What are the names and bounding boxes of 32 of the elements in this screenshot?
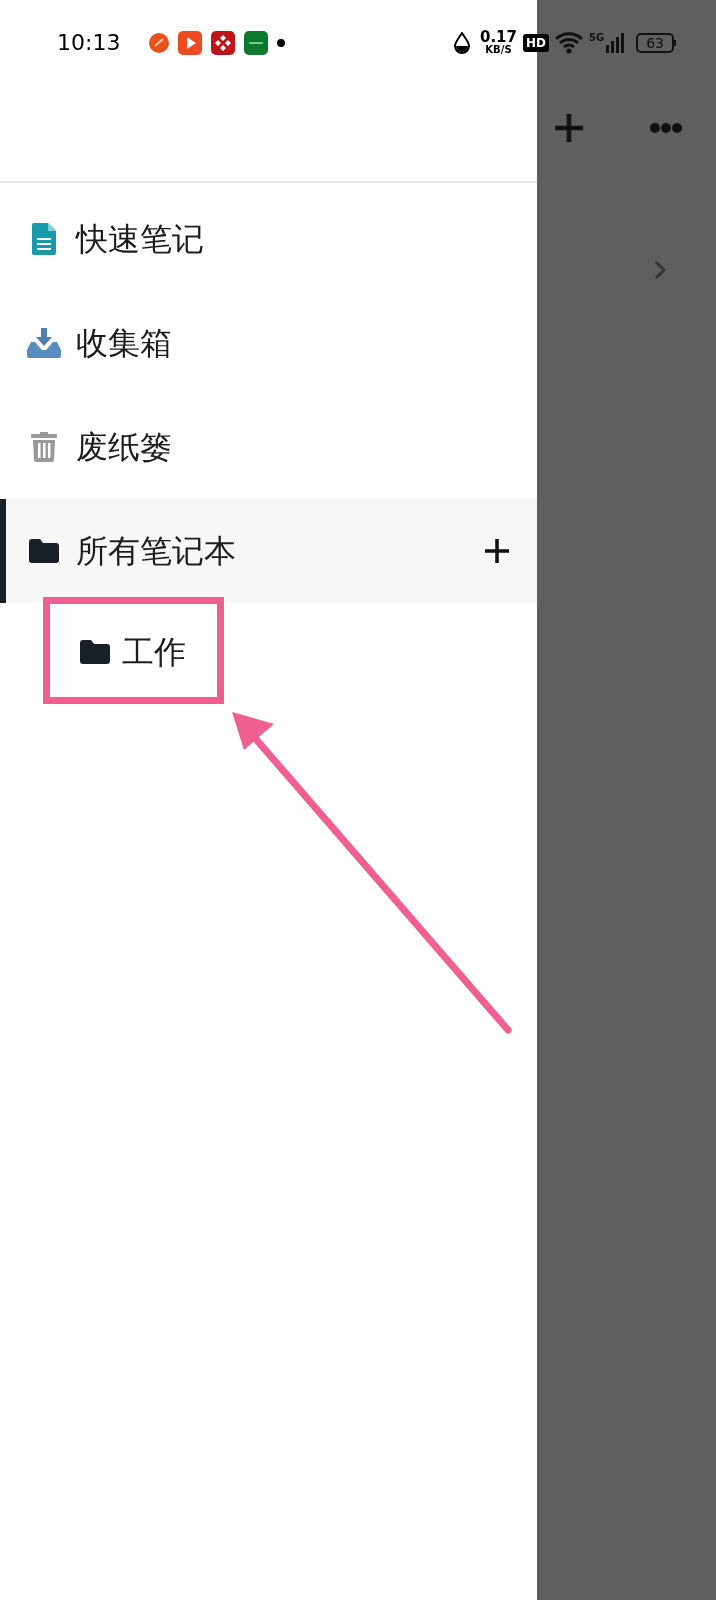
drawer-item-label: 所有笔记本: [76, 531, 236, 572]
drawer-item[interactable]: 收集箱: [0, 291, 537, 395]
drawer-item-label: 收集箱: [76, 323, 172, 364]
folder-icon: [29, 539, 59, 563]
folder-icon: [80, 640, 110, 664]
drop-icon: [453, 31, 470, 54]
app-notification-icon: [149, 32, 170, 53]
network-type: 5G: [589, 32, 605, 43]
speed-unit: KB/S: [485, 45, 512, 55]
battery-level: 63: [636, 32, 674, 53]
play-app-icon: [178, 30, 203, 55]
trash-icon: [31, 432, 57, 462]
checkered-app-icon: [211, 30, 236, 55]
drawer-item-label: 废纸篓: [76, 427, 172, 468]
drawer-item[interactable]: 快速笔记: [0, 187, 537, 291]
notebook-item[interactable]: 工作: [0, 603, 537, 701]
wifi-icon: [555, 31, 583, 54]
hd-badge: HD: [523, 33, 549, 52]
document-icon: [32, 223, 56, 255]
app-icon: [244, 30, 269, 55]
signal-icon: [606, 32, 625, 53]
drawer-item-label: 快速笔记: [76, 219, 204, 260]
drawer-item[interactable]: 废纸篓: [0, 395, 537, 499]
drawer-item[interactable]: 所有笔记本: [0, 499, 537, 603]
chevron-right-icon[interactable]: [654, 260, 666, 280]
inbox-download-icon: [27, 328, 61, 358]
speed-value: 0.17: [479, 30, 517, 45]
notebook-label: 工作: [122, 632, 186, 673]
dot-icon: [277, 38, 286, 47]
add-icon[interactable]: [485, 539, 509, 563]
clock-time: 10:13: [57, 29, 121, 57]
more-icon[interactable]: [650, 122, 682, 133]
